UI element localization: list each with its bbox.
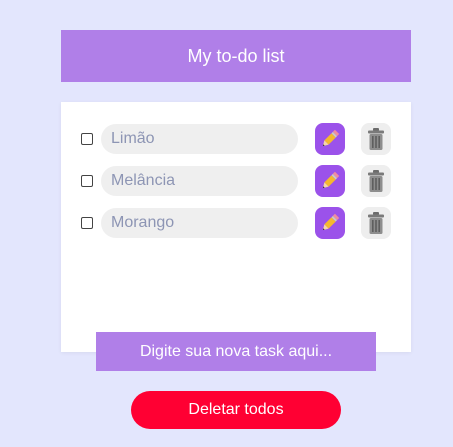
task-checkbox[interactable] [81,217,93,229]
task-row: Limão [61,123,411,155]
pencil-icon [322,213,340,231]
trash-icon [368,170,384,192]
task-input[interactable]: Melância [101,166,298,196]
task-row: Melância [61,165,411,197]
task-row: Morango [61,207,411,239]
app-header: My to-do list [61,30,411,82]
edit-button[interactable] [315,207,345,239]
task-input[interactable]: Limão [101,124,298,154]
pencil-icon [322,171,340,189]
page-title: My to-do list [187,45,285,66]
task-input[interactable]: Morango [101,208,298,238]
task-checkbox[interactable] [81,133,93,145]
task-checkbox[interactable] [81,175,93,187]
task-list: Limão Melância Morango [61,102,411,352]
pencil-icon [322,129,340,147]
trash-icon [368,212,384,234]
delete-button[interactable] [361,123,391,155]
edit-button[interactable] [315,123,345,155]
trash-icon [368,128,384,150]
delete-button[interactable] [361,165,391,197]
new-task-input[interactable]: Digite sua nova task aqui... [96,332,376,371]
delete-button[interactable] [361,207,391,239]
edit-button[interactable] [315,165,345,197]
delete-all-button[interactable]: Deletar todos [131,391,341,429]
